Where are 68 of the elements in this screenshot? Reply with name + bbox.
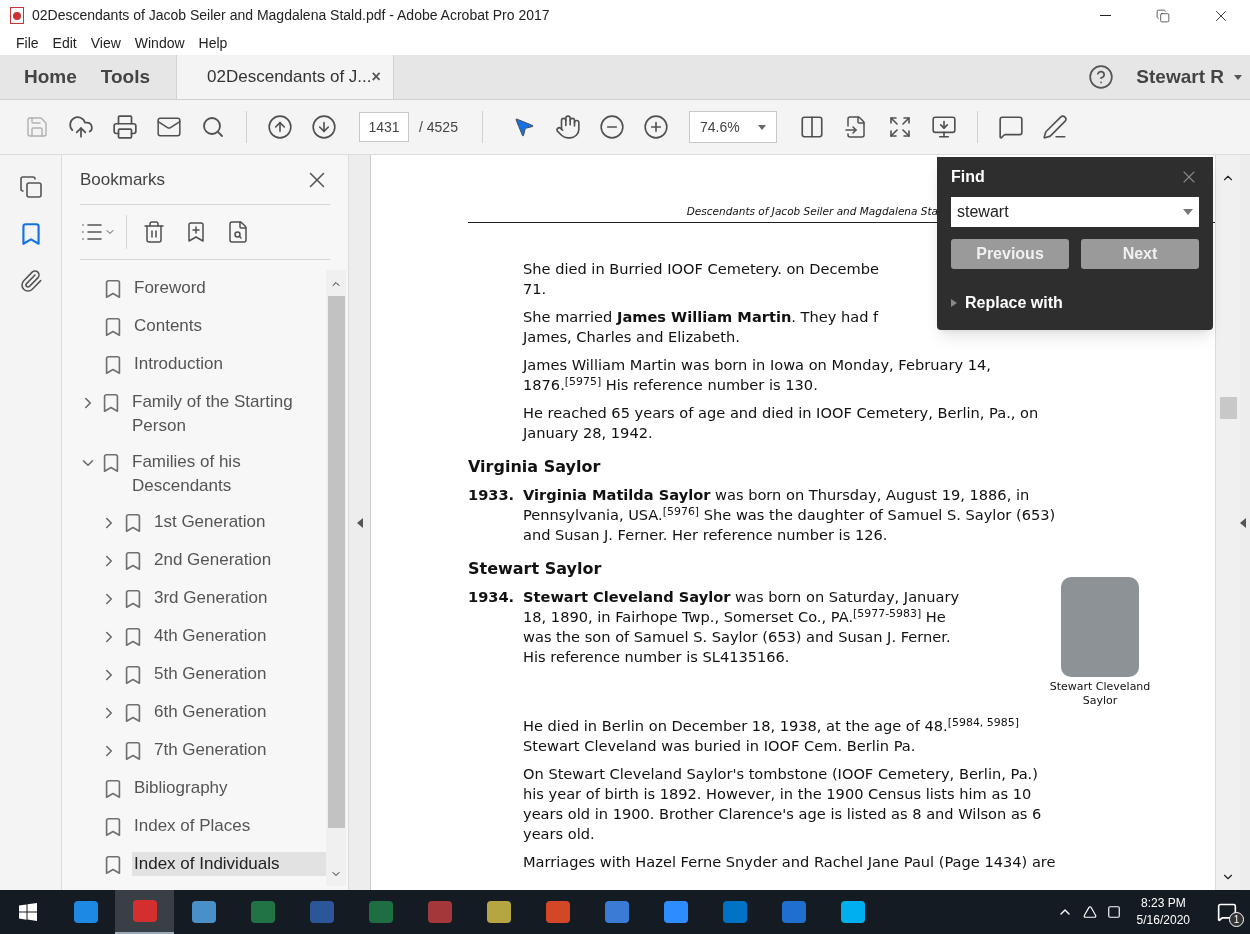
- bookmark-item[interactable]: Families of his Descendants: [62, 444, 326, 504]
- notification-icon[interactable]: [1217, 902, 1237, 922]
- page-total: / 4525: [419, 117, 458, 137]
- expand-arrow-icon[interactable]: [1240, 517, 1246, 528]
- bookmark-item[interactable]: 1st Generation: [62, 504, 326, 542]
- paragraph: She married James William Martin. They had f James, Charles and Elizabeth.: [523, 307, 880, 347]
- running-header: Descendants of Jacob Seiler and Magdalena Sta: [686, 204, 938, 219]
- bookmark-item[interactable]: Index of Places: [62, 808, 326, 846]
- scrollbar-thumb[interactable]: [327, 296, 345, 828]
- bookmark-item[interactable]: Family of the Starting Person: [62, 384, 326, 444]
- paragraph: He reached 65 years of age and died in IOOF Cemetery, Berlin, Pa., on January 28, 1942.: [523, 403, 1040, 443]
- pages-icon[interactable]: [18, 175, 43, 199]
- clock-date: 5/16/2020: [1136, 912, 1190, 929]
- section-heading: Stewart Saylor: [468, 559, 603, 579]
- menu-item[interactable]: Edit: [52, 32, 77, 54]
- minimize-icon: [1099, 15, 1111, 16]
- windows-logo-icon: [19, 903, 37, 921]
- notification-badge: 1: [1229, 912, 1244, 927]
- attachment-icon[interactable]: [18, 269, 43, 293]
- replace-toggle[interactable]: Replace with: [951, 291, 1063, 315]
- caret-icon: [757, 124, 766, 130]
- menu-item[interactable]: Window: [134, 32, 185, 54]
- zoom-dropdown[interactable]: 74.6%: [688, 111, 777, 143]
- find-field[interactable]: stewart: [951, 197, 1199, 227]
- window-title: 02Descendants of Jacob Seiler and Magdalena Stald.pdf - Adobe Acrobat Pro 2017: [32, 6, 550, 25]
- bookmark-item[interactable]: Contents: [62, 308, 326, 346]
- bookmark-item[interactable]: 7th Generation: [62, 732, 326, 770]
- disclosure-triangle-icon: [951, 299, 957, 307]
- restore-icon: [1156, 8, 1170, 23]
- menu-item[interactable]: Help: [198, 32, 228, 54]
- bookmark-item[interactable]: Introduction: [62, 346, 326, 384]
- help-icon[interactable]: [1088, 64, 1115, 90]
- pdf-file-icon: [10, 7, 24, 24]
- bookmark-item[interactable]: Foreword: [62, 270, 326, 308]
- collapse-arrow-icon[interactable]: [356, 517, 363, 528]
- caret-icon: [1234, 74, 1242, 80]
- bookmark-item[interactable]: 2nd Generation: [62, 542, 326, 580]
- page-number-field[interactable]: 1431: [359, 112, 409, 142]
- menu-item[interactable]: View: [90, 32, 121, 54]
- paragraph: James William Martin was born in Iowa on Monday, February 14, 1876.$^{[5975]}$ His reference number is 130.: [523, 355, 992, 395]
- account-menu[interactable]: Stewart R: [1136, 62, 1242, 92]
- paragraph: Stewart Cleveland Saylor was born on Saturday, January 18, 1890, in Fairhope Twp., Somerset Co., PA.$^{[5977-5983]}$ He was the son of Samuel S. Saylor (653) and Susan J. Ferner. His reference number is SL4135166.: [523, 587, 960, 667]
- paragraph: On Stewart Cleveland Saylor's tombstone (IOOF Cemetery, Berlin, Pa.) his year of birth is 1892. However, in the 1900 Census lists him as 10 years old in 1900. Brother Clarence's age is listed as 8 and Wilson as 6 years old.: [523, 764, 1043, 844]
- bookmark-item[interactable]: 6th Generation: [62, 694, 326, 732]
- tab-close-button[interactable]: ×: [371, 65, 381, 89]
- bookmark-item[interactable]: 5th Generation: [62, 656, 326, 694]
- scrollbar-thumb[interactable]: [1219, 397, 1237, 419]
- panel-title: Bookmarks: [80, 168, 166, 191]
- taskbar-app-button[interactable]: [115, 890, 174, 934]
- bookmark-item[interactable]: 4th Generation: [62, 618, 326, 656]
- nav-tab[interactable]: Tools: [88, 55, 163, 99]
- nav-tab[interactable]: Home: [12, 55, 89, 99]
- entry-number: 1933.: [468, 485, 516, 505]
- bookmark-item[interactable]: 3rd Generation: [62, 580, 326, 618]
- photo-caption: Stewart Cleveland Saylor: [1048, 680, 1152, 708]
- entry-number: 1934.: [468, 587, 516, 607]
- menu-item[interactable]: File: [16, 32, 39, 54]
- clock-time: 8:23 PM: [1140, 895, 1186, 912]
- paragraph: Marriages with Hazel Ferne Snyder and Rachel Jane Paul (Page 1434) are: [523, 852, 1057, 872]
- bookmark-item[interactable]: Bibliography: [62, 770, 326, 808]
- panel-title: Find: [951, 167, 985, 187]
- paragraph: Virginia Matilda Saylor was born on Thursday, August 19, 1886, in Pennsylvania, USA.$^{[5976]}$ She was the daughter of Samuel S. Saylor (653) and Susan J. Ferner. Her reference number is 126.: [523, 485, 1056, 545]
- document-tab[interactable]: 02Descendants of J...×: [176, 55, 395, 99]
- paragraph: He died in Berlin on December 18, 1938, at the age of 48.$^{[5984, 5985]}$ Stewart Cleveland was buried in IOOF Cem. Berlin Pa.: [523, 716, 1020, 756]
- section-heading: Virginia Saylor: [468, 457, 602, 477]
- bookmark-item[interactable]: Index of Individuals: [62, 846, 326, 884]
- dropdown-caret-icon[interactable]: [1183, 209, 1193, 215]
- paragraph: She died in Burried IOOF Cemetery. on Decembe 71.: [523, 259, 880, 299]
